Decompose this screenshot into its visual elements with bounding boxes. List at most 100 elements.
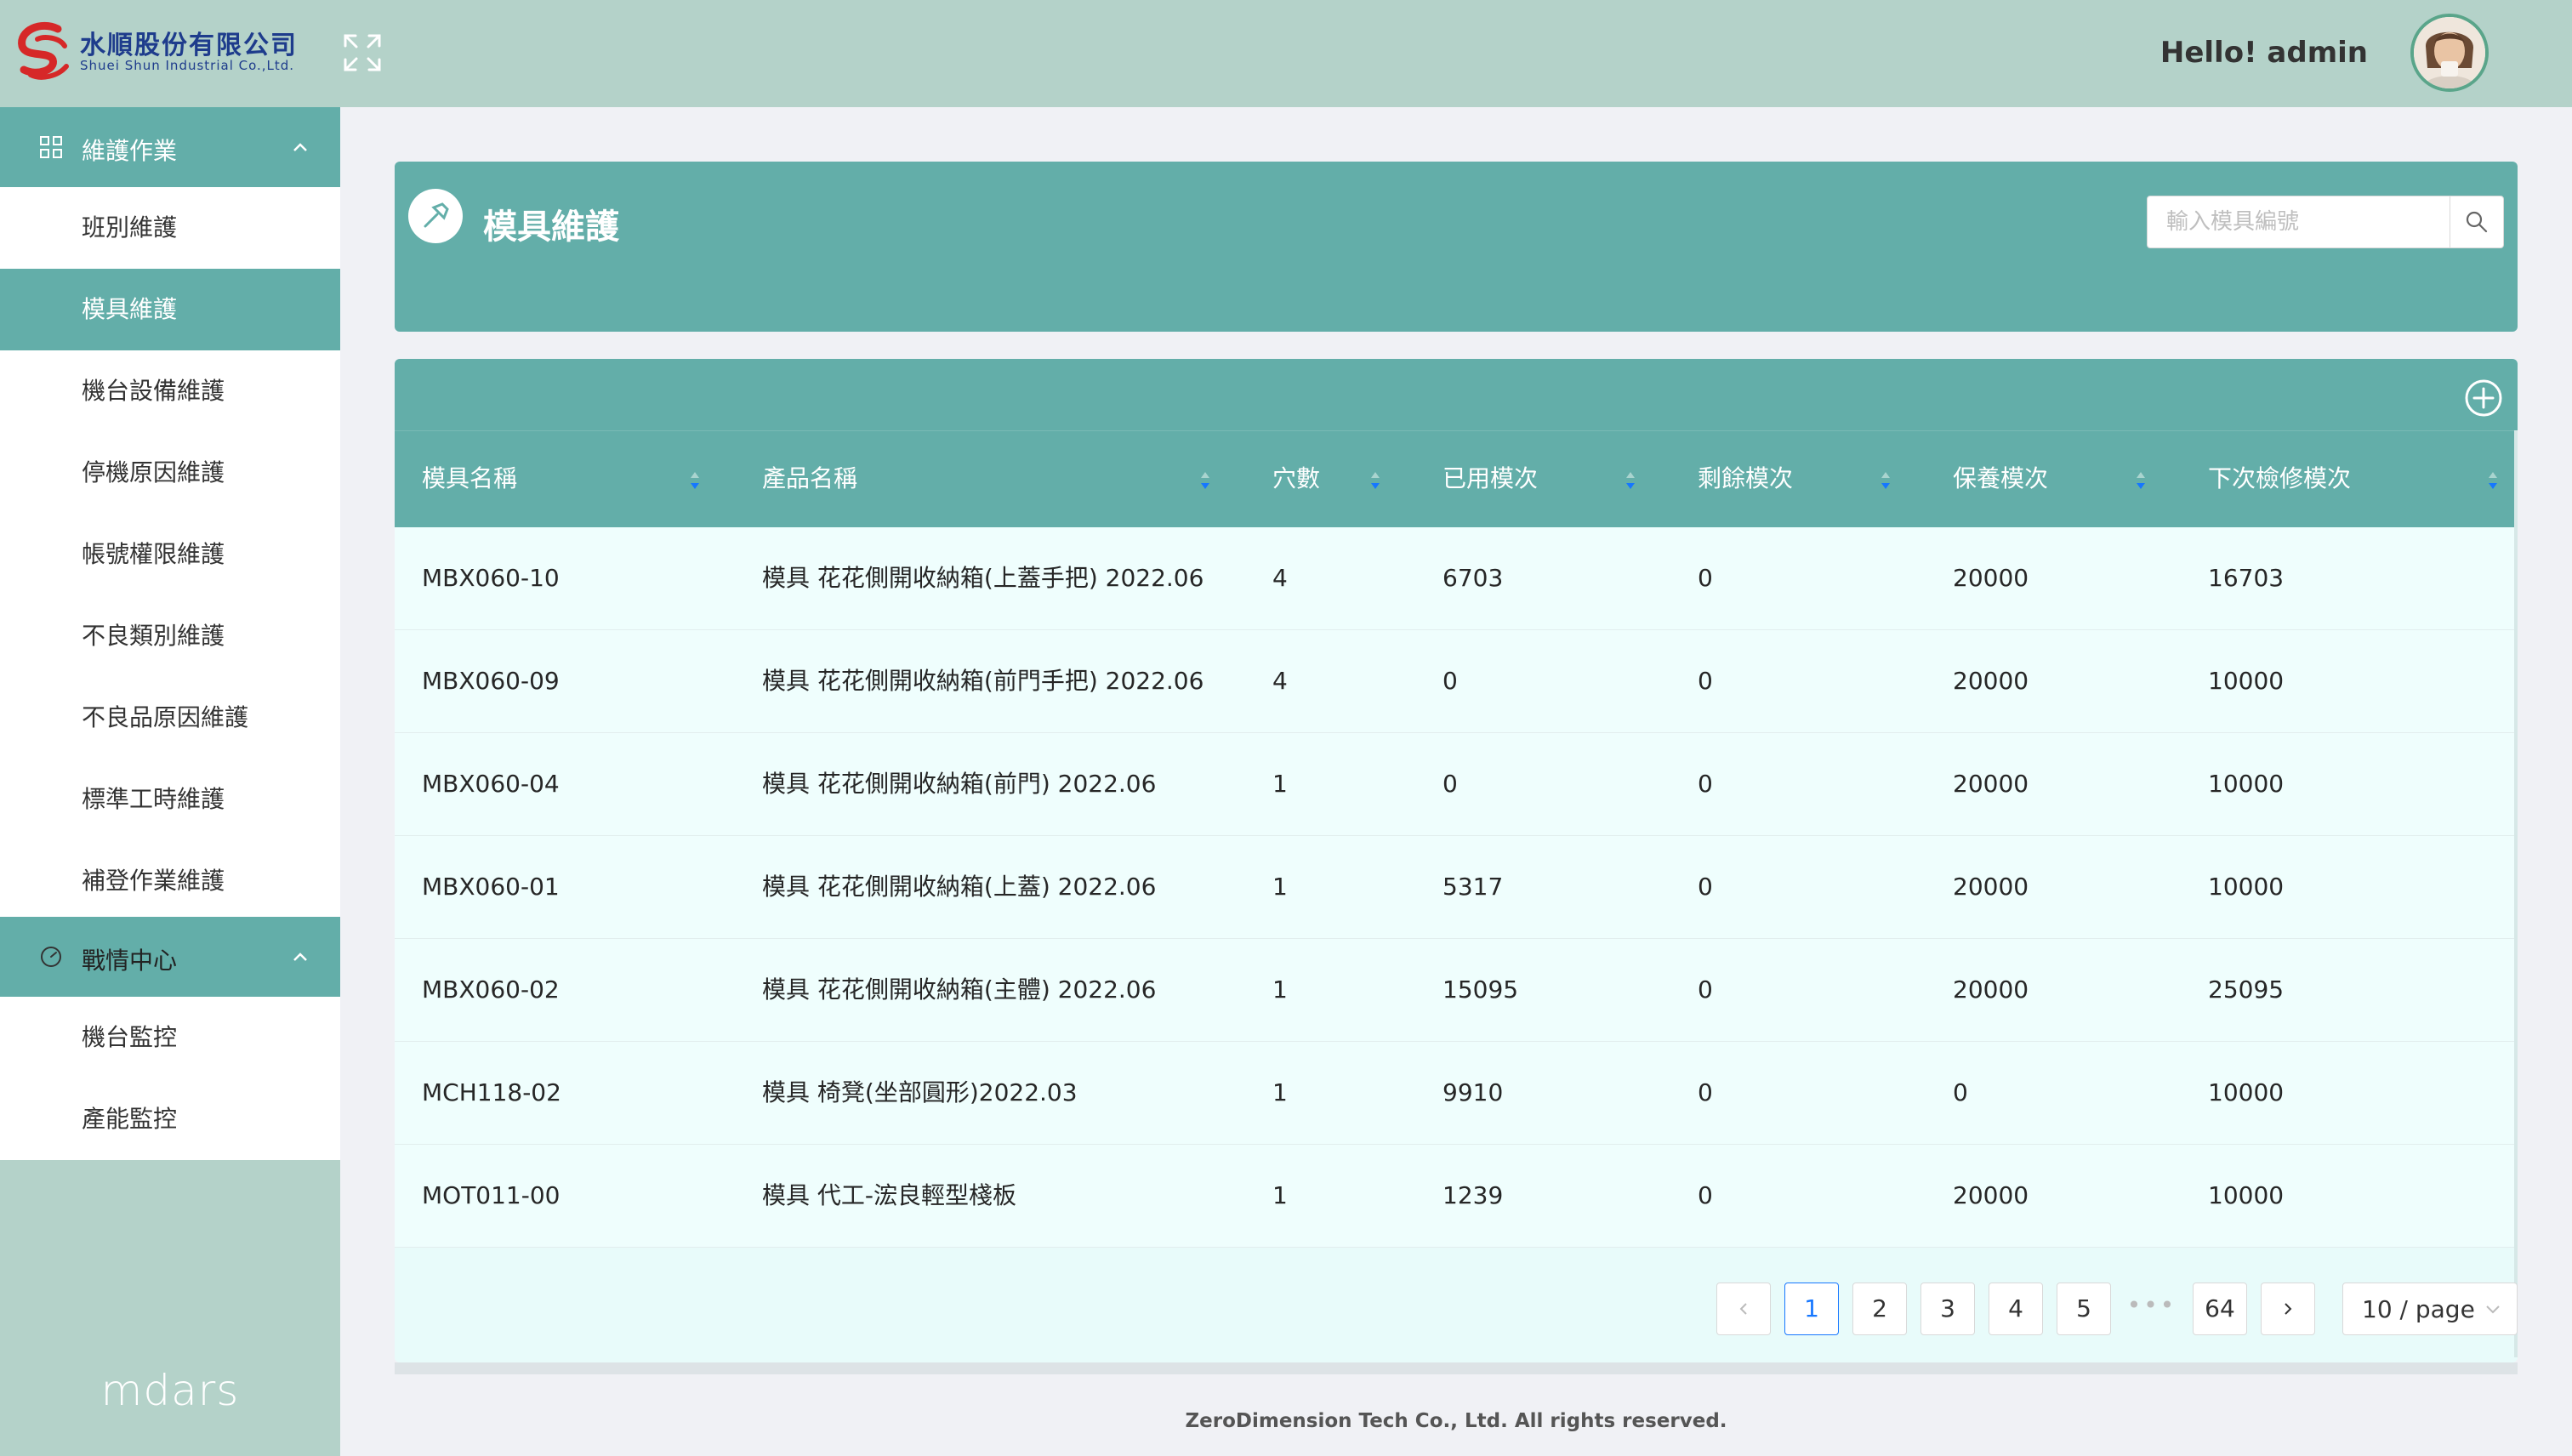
pagination-page-last[interactable]: 64 xyxy=(2193,1283,2247,1335)
cell-remaining-shots: 0 xyxy=(1698,975,1713,1004)
cell-remaining-shots: 0 xyxy=(1698,667,1713,695)
sidebar-item-defect-category[interactable]: 不良類別維護 xyxy=(0,595,340,677)
hammer-icon xyxy=(424,202,449,228)
cell-next-overhaul-shots: 10000 xyxy=(2208,1181,2285,1209)
sidebar-item-defect-reason[interactable]: 不良品原因維護 xyxy=(0,677,340,759)
table-row[interactable]: MBX060-04 模具 花花側開收納箱(前門) 2022.06 1 0 0 2… xyxy=(395,733,2518,836)
title-icon-wrapper xyxy=(408,189,463,243)
cell-product-name: 模具 代工-浤良輕型棧板 xyxy=(762,1181,1017,1209)
cell-product-name: 模具 花花側開收納箱(主體) 2022.06 xyxy=(762,975,1157,1004)
sort-icon xyxy=(1201,472,1209,489)
cell-used-shots: 1239 xyxy=(1442,1181,1504,1209)
cell-remaining-shots: 0 xyxy=(1698,1078,1713,1106)
user-avatar[interactable] xyxy=(2410,14,2489,92)
column-header-cavity-count[interactable]: 穴數 xyxy=(1245,431,1415,528)
column-header-product-name[interactable]: 產品名稱 xyxy=(735,431,1245,528)
table-vertical-scrollbar[interactable] xyxy=(2514,430,2518,1357)
cell-next-overhaul-shots: 10000 xyxy=(2208,667,2285,695)
cell-next-overhaul-shots: 16703 xyxy=(2208,564,2285,592)
sidebar-item-shift[interactable]: 班別維護 xyxy=(0,187,340,269)
user-greeting: Hello! admin xyxy=(2160,36,2368,70)
mold-search-input[interactable] xyxy=(2148,196,2450,247)
sidebar-item-machine-monitor[interactable]: 機台監控 xyxy=(0,997,340,1078)
sidebar-item-machine-equipment[interactable]: 機台設備維護 xyxy=(0,350,340,432)
column-label: 產品名稱 xyxy=(762,464,858,492)
logo-english-name: Shuei Shun Industrial Co.,Ltd. xyxy=(80,58,295,73)
cell-product-name: 模具 花花側開收納箱(上蓋手把) 2022.06 xyxy=(762,564,1204,592)
sidebar-group-label: 維護作業 xyxy=(82,137,178,165)
pagination-ellipsis[interactable]: ••• xyxy=(2125,1283,2179,1335)
pagination-next-button[interactable] xyxy=(2261,1283,2315,1335)
cell-product-name: 模具 花花側開收納箱(前門) 2022.06 xyxy=(762,770,1157,798)
cell-maintenance-shots: 20000 xyxy=(1953,1181,2029,1209)
pagination-page-3[interactable]: 3 xyxy=(1920,1283,1975,1335)
dashboard-gauge-icon xyxy=(41,947,61,967)
cell-used-shots: 6703 xyxy=(1442,564,1504,592)
sidebar-item-downtime-reason[interactable]: 停機原因維護 xyxy=(0,432,340,514)
sidebar: 維護作業 班別維護 模具維護 機台設備維護 停機原因維護 帳號權限維護 不良類別… xyxy=(0,107,340,1456)
cell-cavity-count: 4 xyxy=(1272,564,1288,592)
username: admin xyxy=(2267,36,2368,70)
company-logo[interactable]: 水順股份有限公司 Shuei Shun Industrial Co.,Ltd. xyxy=(15,20,325,82)
pagination-page-5[interactable]: 5 xyxy=(2057,1283,2111,1335)
column-header-next-overhaul-shots[interactable]: 下次檢修模次 xyxy=(2181,431,2518,528)
chevron-up-icon xyxy=(293,953,307,961)
grid-icon xyxy=(40,136,62,158)
sidebar-item-capacity-monitor[interactable]: 產能監控 xyxy=(0,1078,340,1160)
table-body: MBX060-10 模具 花花側開收納箱(上蓋手把) 2022.06 4 670… xyxy=(395,527,2518,1248)
pagination-page-4[interactable]: 4 xyxy=(1989,1283,2043,1335)
column-header-maintenance-shots[interactable]: 保養模次 xyxy=(1926,431,2181,528)
cell-maintenance-shots: 20000 xyxy=(1953,667,2029,695)
table-row[interactable]: MBX060-02 模具 花花側開收納箱(主體) 2022.06 1 15095… xyxy=(395,939,2518,1042)
cell-maintenance-shots: 20000 xyxy=(1953,975,2029,1004)
mold-search-box xyxy=(2147,196,2504,248)
pagination-prev-button[interactable] xyxy=(1716,1283,1771,1335)
cell-cavity-count: 1 xyxy=(1272,873,1288,901)
table-row[interactable]: MBX060-01 模具 花花側開收納箱(上蓋) 2022.06 1 5317 … xyxy=(395,836,2518,939)
table-row[interactable]: MOT011-00 模具 代工-浤良輕型棧板 1 1239 0 20000 10… xyxy=(395,1145,2518,1248)
table-card-shadow xyxy=(395,1362,2518,1374)
cell-product-name: 模具 花花側開收納箱(前門手把) 2022.06 xyxy=(762,667,1204,695)
sort-icon xyxy=(1881,472,1890,489)
cell-used-shots: 0 xyxy=(1442,667,1458,695)
sidebar-item-account-permission[interactable]: 帳號權限維護 xyxy=(0,514,340,595)
sidebar-item-supplement-entry[interactable]: 補登作業維護 xyxy=(0,840,340,922)
column-header-used-shots[interactable]: 已用模次 xyxy=(1415,431,1670,528)
cell-next-overhaul-shots: 10000 xyxy=(2208,873,2285,901)
search-button[interactable] xyxy=(2450,196,2503,247)
page-size-select[interactable]: 10 / page xyxy=(2342,1283,2518,1335)
sort-icon xyxy=(691,472,699,489)
sort-icon xyxy=(1371,472,1380,489)
cell-product-name: 模具 花花側開收納箱(上蓋) 2022.06 xyxy=(762,873,1157,901)
sidebar-group-maintenance[interactable]: 維護作業 xyxy=(0,107,340,187)
table-row[interactable]: MCH118-02 模具 椅凳(坐部圓形)2022.03 1 9910 0 0 … xyxy=(395,1042,2518,1145)
table-row[interactable]: MBX060-09 模具 花花側開收納箱(前門手把) 2022.06 4 0 0… xyxy=(395,630,2518,733)
pagination-page-2[interactable]: 2 xyxy=(1852,1283,1907,1335)
cell-mold-name: MBX060-10 xyxy=(422,564,560,592)
column-header-remaining-shots[interactable]: 剩餘模次 xyxy=(1670,431,1926,528)
sidebar-group-dashboard[interactable]: 戰情中心 xyxy=(0,917,340,997)
avatar-person-icon xyxy=(2414,17,2485,88)
cell-used-shots: 0 xyxy=(1442,770,1458,798)
cell-next-overhaul-shots: 10000 xyxy=(2208,1078,2285,1106)
cell-cavity-count: 1 xyxy=(1272,770,1288,798)
search-icon xyxy=(2466,211,2488,233)
sort-icon xyxy=(2489,472,2497,489)
column-label: 模具名稱 xyxy=(422,464,518,492)
sidebar-item-standard-hours[interactable]: 標準工時維護 xyxy=(0,759,340,840)
cell-remaining-shots: 0 xyxy=(1698,1181,1713,1209)
top-header: 水順股份有限公司 Shuei Shun Industrial Co.,Ltd. … xyxy=(0,0,2572,107)
logo-chinese-name: 水順股份有限公司 xyxy=(80,31,298,60)
table-row[interactable]: MBX060-10 模具 花花側開收納箱(上蓋手把) 2022.06 4 670… xyxy=(395,527,2518,630)
add-circle-icon[interactable] xyxy=(2463,378,2504,418)
sort-icon xyxy=(1626,472,1635,489)
cell-cavity-count: 1 xyxy=(1272,1078,1288,1106)
sidebar-item-mold[interactable]: 模具維護 xyxy=(0,269,340,350)
pagination-page-1[interactable]: 1 xyxy=(1784,1283,1839,1335)
cell-maintenance-shots: 0 xyxy=(1953,1078,1968,1106)
fullscreen-expand-icon[interactable] xyxy=(342,32,383,73)
column-label: 下次檢修模次 xyxy=(2208,464,2352,492)
column-header-mold-name[interactable]: 模具名稱 xyxy=(395,431,735,528)
cell-mold-name: MBX060-04 xyxy=(422,770,560,798)
chevron-right-icon xyxy=(2285,1303,2292,1315)
